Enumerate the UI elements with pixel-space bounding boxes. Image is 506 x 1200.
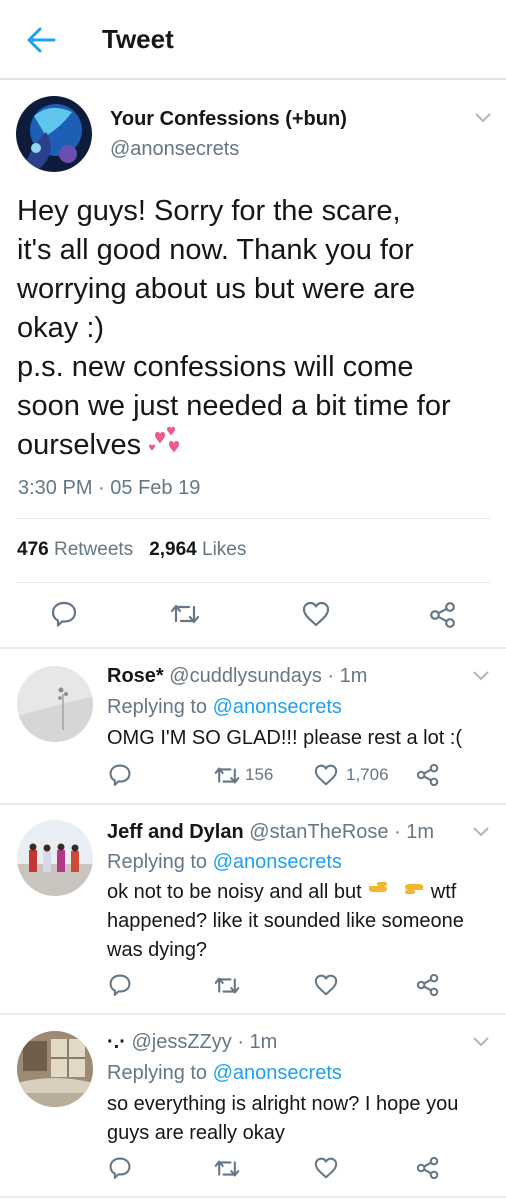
like-count: 2,964: [149, 539, 197, 560]
page-title: Tweet: [102, 24, 174, 54]
reply-author-name[interactable]: Jeff and Dylan: [107, 821, 244, 843]
reply-author-handle[interactable]: @jessZZyy: [131, 1031, 231, 1053]
avatar[interactable]: [17, 1031, 93, 1107]
retweets-label: Retweets: [53, 539, 134, 560]
back-button[interactable]: [26, 26, 56, 54]
retweet-icon[interactable]: [214, 765, 240, 786]
author-name[interactable]: Your Confessions (+bun): [110, 108, 347, 131]
chevron-down-icon[interactable]: [474, 112, 492, 124]
replying-to: Replying to @anonsecrets: [107, 696, 342, 718]
reply-author-handle[interactable]: @stanTheRose: [249, 821, 388, 843]
author-handle[interactable]: @anonsecrets: [110, 138, 239, 161]
divider: [0, 1196, 506, 1198]
tweet-text: Hey guys! Sorry for the scare, it's all …: [17, 192, 497, 467]
revolving-hearts-emoji-icon: [147, 426, 183, 467]
share-icon[interactable]: [416, 763, 440, 787]
retweet-icon[interactable]: [214, 1158, 240, 1179]
replying-to: Replying to @anonsecrets: [107, 1062, 342, 1084]
chevron-down-icon[interactable]: [472, 1036, 490, 1048]
share-icon[interactable]: [416, 1156, 440, 1180]
likes-label: Likes: [202, 539, 247, 560]
chevron-down-icon[interactable]: [472, 670, 490, 682]
top-bar: Tweet: [0, 0, 506, 80]
retweet-count: 156: [245, 765, 274, 784]
chevron-down-icon[interactable]: [472, 826, 490, 838]
mention-link[interactable]: @anonsecrets: [213, 1062, 342, 1084]
share-icon[interactable]: [416, 973, 440, 997]
heart-icon[interactable]: [314, 1157, 338, 1179]
like-count: 1,706: [346, 765, 389, 784]
heart-icon[interactable]: [314, 764, 338, 786]
mention-link[interactable]: @anonsecrets: [213, 851, 342, 873]
retweet-icon[interactable]: [214, 975, 240, 996]
reply-icon[interactable]: [108, 1156, 132, 1180]
mention-link[interactable]: @anonsecrets: [213, 696, 342, 718]
share-icon[interactable]: [429, 601, 457, 629]
reply-icon[interactable]: [108, 973, 132, 997]
avatar[interactable]: [16, 96, 92, 172]
pointing-hands-emoji-icon: [367, 878, 425, 907]
arrow-left-icon: [27, 27, 56, 53]
divider: [0, 803, 506, 805]
reply-author-name[interactable]: Rose*: [107, 665, 164, 687]
tweet-body: Hey guys! Sorry for the scare, it's all …: [17, 195, 451, 462]
reply-time: · 1m: [388, 821, 435, 843]
reply-header: Jeff and Dylan @stanTheRose · 1m: [107, 821, 434, 844]
retweet-count: 476: [17, 539, 49, 560]
reply-author-name[interactable]: ·.·: [107, 1031, 126, 1053]
reply-text: so everything is alright now? I hope you…: [107, 1093, 459, 1144]
heart-icon[interactable]: [302, 601, 330, 627]
avatar[interactable]: [17, 666, 93, 742]
reply-author-handle[interactable]: @cuddlysundays: [169, 665, 322, 687]
divider: [0, 1013, 506, 1015]
retweet-icon[interactable]: [170, 602, 200, 626]
timestamp: 3:30 PM · 05 Feb 19: [18, 477, 201, 499]
avatar[interactable]: [17, 820, 93, 896]
divider: [0, 647, 506, 649]
engagement-stats[interactable]: 476 Retweets 2,964 Likes: [17, 539, 246, 561]
reply-icon[interactable]: [50, 600, 78, 628]
heart-icon[interactable]: [314, 974, 338, 996]
reply-header: ·.· @jessZZyy · 1m: [107, 1031, 277, 1054]
reply-icon[interactable]: [108, 763, 132, 787]
reply-text: OMG I'M SO GLAD!!! please rest a lot :(: [107, 727, 463, 749]
divider: [16, 518, 490, 519]
divider: [16, 582, 490, 583]
reply-time: · 1m: [321, 665, 368, 687]
reply-header: Rose* @cuddlysundays · 1m: [107, 665, 367, 688]
replying-to: Replying to @anonsecrets: [107, 851, 342, 873]
reply-text: ok not to be noisy and all but wtf happe…: [107, 878, 492, 965]
reply-time: · 1m: [231, 1031, 278, 1053]
